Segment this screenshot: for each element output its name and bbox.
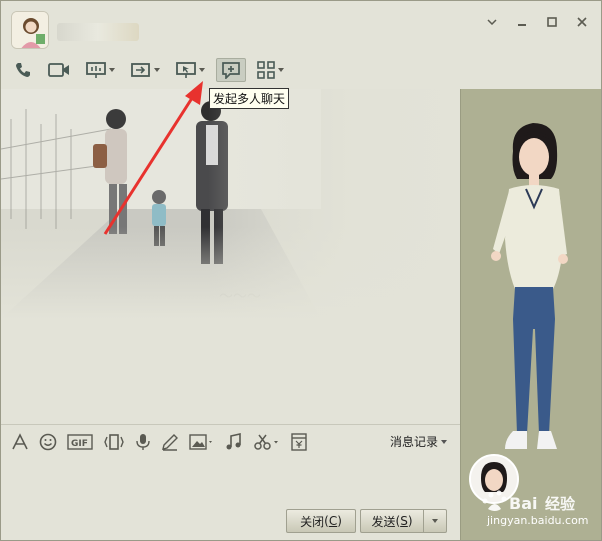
close-shortcut: C bbox=[328, 514, 338, 528]
remote-demo-button[interactable] bbox=[81, 58, 120, 82]
message-history-label: 消息记录 bbox=[390, 435, 439, 449]
window-controls bbox=[481, 11, 593, 33]
grid-icon bbox=[257, 61, 275, 79]
chat-background-image: ～～～ bbox=[1, 89, 461, 319]
watermark-brand: Bai bbox=[509, 494, 537, 513]
send-options-button[interactable] bbox=[423, 509, 447, 533]
watermark-url: jingyan.baidu.com bbox=[487, 514, 589, 527]
remote-desktop-button[interactable] bbox=[171, 58, 210, 82]
file-transfer-icon bbox=[131, 61, 151, 79]
input-toolbar: GIF bbox=[11, 431, 317, 453]
shake-icon[interactable] bbox=[103, 432, 125, 452]
contact-name-blurred bbox=[57, 23, 139, 41]
gif-icon[interactable]: GIF bbox=[67, 432, 93, 452]
screenshot-icon[interactable] bbox=[253, 432, 281, 452]
apps-button[interactable] bbox=[252, 58, 289, 82]
chevron-down-icon[interactable] bbox=[481, 11, 503, 33]
chevron-down-icon bbox=[441, 439, 448, 444]
video-call-button[interactable] bbox=[43, 58, 75, 82]
red-packet-icon[interactable] bbox=[291, 432, 307, 452]
chat-window: ～～～ bbox=[0, 0, 602, 541]
maximize-icon[interactable] bbox=[541, 11, 563, 33]
chat-toolbar bbox=[9, 57, 295, 83]
voice-call-button[interactable] bbox=[9, 58, 37, 82]
voice-message-icon[interactable] bbox=[135, 432, 151, 452]
input-divider bbox=[1, 424, 460, 425]
group-chat-tooltip: 发起多人聊天 bbox=[209, 88, 290, 109]
watermark-brand-suffix: 经验 bbox=[545, 495, 576, 513]
send-button[interactable]: 发送(S) bbox=[360, 509, 423, 533]
chevron-down-icon bbox=[109, 68, 115, 72]
close-button[interactable]: 关闭(C) bbox=[286, 509, 356, 533]
remote-desktop-icon bbox=[176, 61, 196, 79]
chevron-down-icon bbox=[432, 519, 438, 523]
minimize-icon[interactable] bbox=[511, 11, 533, 33]
close-button-label: 关闭 bbox=[300, 514, 325, 529]
message-history-link[interactable]: 消息记录 bbox=[390, 433, 448, 450]
music-icon[interactable] bbox=[225, 432, 243, 452]
presentation-icon bbox=[86, 61, 106, 79]
send-shortcut: S bbox=[400, 514, 408, 528]
font-icon[interactable] bbox=[11, 432, 29, 452]
draw-icon[interactable] bbox=[161, 432, 179, 452]
contact-avatar[interactable] bbox=[11, 11, 49, 49]
avatar-show-panel bbox=[460, 89, 601, 540]
emoji-icon[interactable] bbox=[39, 432, 57, 452]
send-button-label: 发送 bbox=[371, 514, 396, 529]
multi-chat-icon bbox=[221, 61, 241, 79]
image-icon[interactable] bbox=[189, 432, 215, 452]
close-icon[interactable] bbox=[571, 11, 593, 33]
send-file-button[interactable] bbox=[126, 58, 165, 82]
phone-icon bbox=[14, 61, 32, 79]
svg-text:GIF: GIF bbox=[71, 439, 88, 449]
video-camera-icon bbox=[48, 61, 70, 79]
chevron-down-icon bbox=[199, 68, 205, 72]
chevron-down-icon bbox=[154, 68, 160, 72]
chevron-down-icon bbox=[278, 68, 284, 72]
create-group-chat-button[interactable] bbox=[216, 58, 246, 82]
